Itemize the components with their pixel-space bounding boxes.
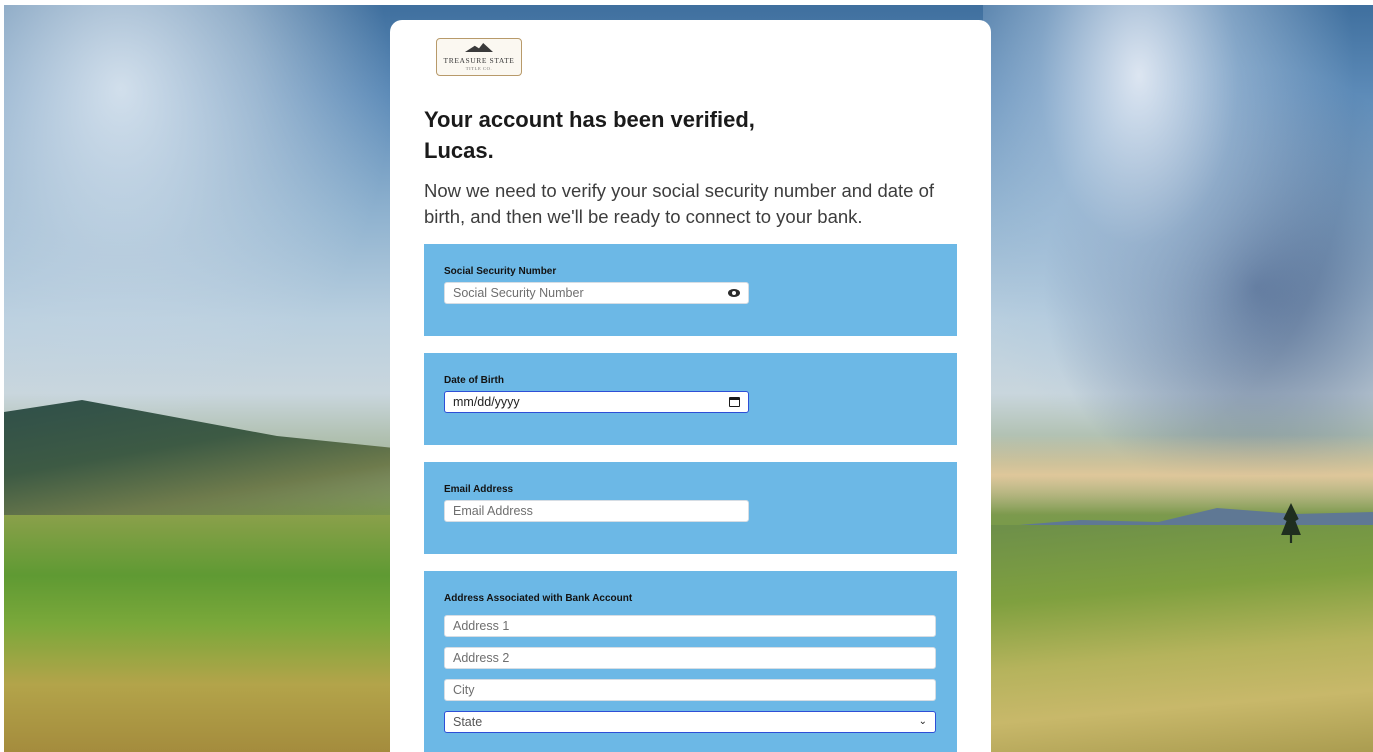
dob-label: Date of Birth	[444, 375, 504, 386]
address1-placeholder: Address 1	[453, 619, 510, 633]
ssn-input[interactable]: Social Security Number	[444, 282, 749, 304]
page-title: Your account has been verified, Lucas.	[424, 107, 755, 163]
email-section: Email Address Email Address	[424, 462, 957, 554]
horizon-glow	[983, 435, 1373, 515]
address-section: Address Associated with Bank Account Add…	[424, 571, 957, 752]
address1-input[interactable]: Address 1	[444, 615, 936, 637]
page-description: Now we need to verify your social securi…	[424, 180, 935, 227]
ssn-label: Social Security Number	[444, 266, 557, 277]
city-input[interactable]: City	[444, 679, 936, 701]
email-label: Email Address	[444, 484, 514, 495]
company-logo: TREASURE STATE TITLE CO.	[436, 38, 522, 76]
verification-card: TREASURE STATE TITLE CO. Your account ha…	[390, 20, 991, 752]
state-select[interactable]: State ⌄	[444, 711, 936, 733]
dob-section: Date of Birth mm/dd/yyyy	[424, 353, 957, 445]
city-placeholder: City	[453, 683, 475, 697]
calendar-icon[interactable]	[729, 397, 740, 407]
logo-subtitle: TITLE CO.	[465, 65, 493, 71]
address2-input[interactable]: Address 2	[444, 647, 936, 669]
sky-clouds-left	[4, 5, 394, 425]
sky-clouds-right	[983, 5, 1373, 475]
grassland-left	[4, 515, 394, 752]
dob-input[interactable]: mm/dd/yyyy	[444, 391, 749, 413]
ssn-section: Social Security Number Social Security N…	[424, 244, 957, 336]
address-label: Address Associated with Bank Account	[444, 593, 633, 604]
address2-placeholder: Address 2	[453, 651, 510, 665]
eye-icon[interactable]	[728, 289, 740, 297]
grassland-right	[983, 525, 1373, 752]
mountain-logo-icon	[465, 43, 493, 52]
dob-placeholder: mm/dd/yyyy	[453, 395, 520, 409]
ssn-placeholder: Social Security Number	[453, 286, 584, 300]
logo-name: TREASURE STATE	[443, 56, 515, 65]
chevron-down-icon: ⌄	[918, 716, 927, 727]
email-placeholder: Email Address	[453, 504, 533, 518]
email-input[interactable]: Email Address	[444, 500, 749, 522]
state-selected-value: State	[453, 715, 483, 729]
